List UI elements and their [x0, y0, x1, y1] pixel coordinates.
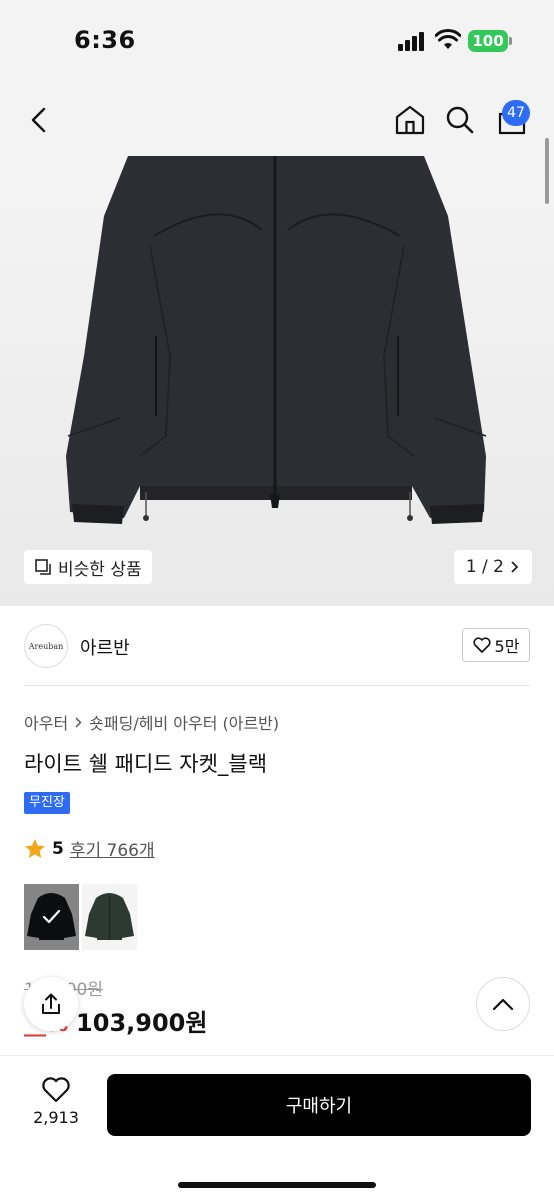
color-thumb-dark-green: [82, 884, 137, 950]
signal-icon: [398, 31, 428, 51]
home-indicator: [178, 1182, 376, 1188]
brand-like-count: 5만: [494, 637, 520, 656]
share-button[interactable]: [24, 977, 78, 1031]
color-option-dark-green[interactable]: [82, 884, 137, 950]
heart-icon: [42, 1077, 70, 1103]
home-icon: [395, 105, 425, 135]
jacket-photo: [0, 156, 554, 606]
wifi-icon: [435, 29, 461, 49]
chevron-right-icon: [511, 561, 519, 573]
battery-icon: 100: [468, 30, 508, 52]
nav-bar: [0, 84, 554, 156]
search-icon: [446, 106, 474, 134]
wishlist-count: 2,913: [33, 1108, 79, 1127]
search-button[interactable]: [438, 98, 482, 142]
product-tag-badge: 무진장: [24, 792, 70, 814]
page-indicator-text: 1 / 2: [465, 557, 504, 577]
share-icon: [42, 993, 60, 1014]
similar-products-label: 비슷한 상품: [58, 559, 142, 580]
back-icon: [31, 107, 46, 133]
bottom-bar: 2,913 구매하기: [0, 1055, 554, 1200]
rating-score: 5: [52, 838, 64, 859]
image-page-indicator[interactable]: 1 / 2: [453, 550, 532, 584]
rating-row: 5 후기 766개: [24, 836, 155, 861]
star-icon: [25, 839, 45, 858]
status-bar: 6:36 100: [0, 0, 554, 84]
chevron-up-icon: [492, 998, 514, 1011]
product-image[interactable]: [0, 156, 554, 606]
home-button[interactable]: [388, 98, 432, 142]
buy-button[interactable]: 구매하기: [107, 1074, 531, 1136]
breadcrumb-category[interactable]: 아우터: [24, 710, 68, 734]
brand-like-button[interactable]: 5만: [462, 628, 530, 662]
scroll-to-top-button[interactable]: [476, 977, 530, 1031]
color-option-black[interactable]: [24, 884, 79, 950]
product-title: 라이트 쉘 패디드 자켓_블랙: [24, 752, 268, 776]
back-button[interactable]: [18, 98, 62, 142]
color-thumb-black: [24, 884, 79, 950]
battery-tip: [509, 37, 512, 45]
review-link[interactable]: 후기 766개: [70, 836, 155, 861]
scrollbar[interactable]: [545, 138, 549, 204]
chevron-right-icon: [75, 716, 82, 728]
sale-price: 103,900원: [76, 1009, 208, 1037]
cart-count-badge: 47: [502, 100, 530, 126]
breadcrumb: 아우터 숏패딩/헤비 아우터 (아르반): [24, 710, 279, 734]
divider: [24, 685, 530, 686]
heart-icon: [473, 637, 491, 653]
wishlist-button[interactable]: 2,913: [24, 1076, 88, 1138]
brand-logo[interactable]: Areuban: [24, 624, 68, 668]
similar-products-button[interactable]: 비슷한 상품: [24, 550, 152, 584]
status-time: 6:36: [74, 26, 136, 54]
brand-name[interactable]: 아르반: [80, 634, 130, 660]
breadcrumb-subcategory[interactable]: 숏패딩/헤비 아우터 (아르반): [89, 710, 279, 734]
brand-row[interactable]: Areuban 아르반 5만: [0, 606, 554, 686]
similar-icon: [35, 559, 51, 575]
